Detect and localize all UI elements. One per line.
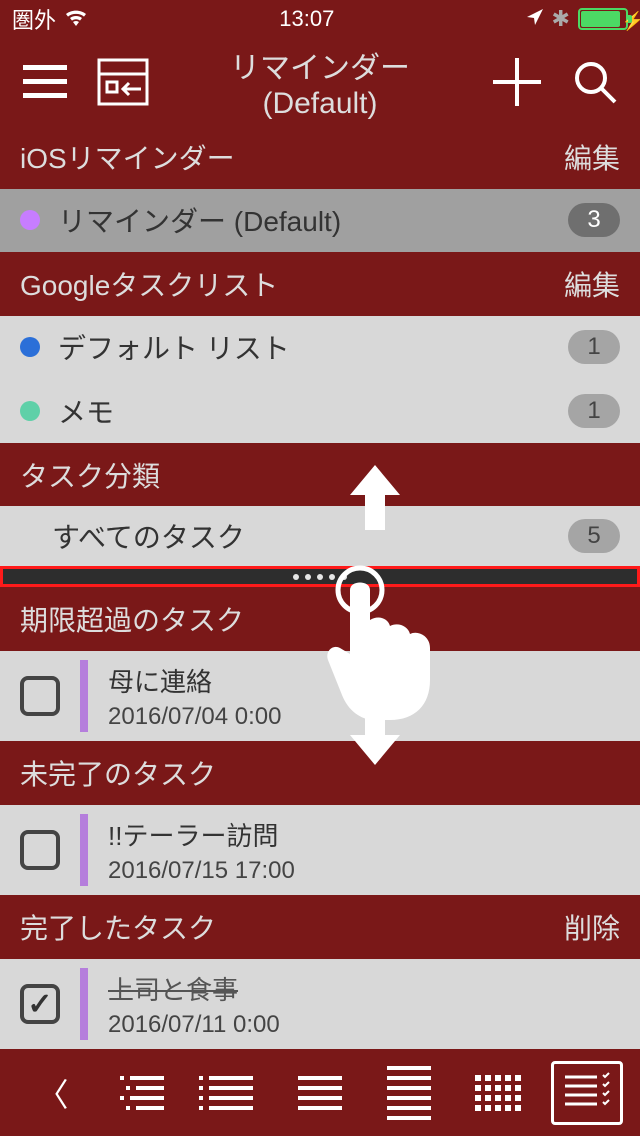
back-panel-button[interactable]: [96, 55, 150, 109]
wifi-icon: [64, 6, 88, 32]
drag-handle[interactable]: [0, 566, 640, 587]
tab-back[interactable]: 〈: [17, 1061, 89, 1125]
count-badge: 1: [568, 394, 620, 428]
status-bar: 圏外 13:07 ✱ ⚡: [0, 0, 640, 39]
section-task-category: タスク分類: [0, 443, 640, 507]
task-row[interactable]: !!テーラー訪問 2016/07/15 17:00: [0, 805, 640, 895]
task-checkbox[interactable]: [20, 830, 60, 870]
grid-icon: [475, 1075, 521, 1111]
tab-view-6[interactable]: [551, 1061, 623, 1125]
task-row[interactable]: 母に連絡 2016/07/04 0:00: [0, 651, 640, 741]
bottom-tab-bar: 〈: [0, 1049, 640, 1136]
section-google-tasks: Googleタスクリスト 編集: [0, 252, 640, 316]
dense-lines-icon: [387, 1066, 431, 1120]
checklist-icon: [561, 1071, 613, 1115]
task-checkbox[interactable]: [20, 676, 60, 716]
delete-button[interactable]: 削除: [564, 907, 620, 947]
task-date: 2016/07/15 17:00: [108, 857, 295, 885]
search-button[interactable]: [568, 55, 622, 109]
list-row-reminder-default[interactable]: リマインダー (Default) 3: [0, 189, 640, 253]
chevron-left-icon: 〈: [37, 1070, 69, 1116]
hamburger-icon: [23, 65, 67, 98]
tab-view-4[interactable]: [373, 1061, 445, 1125]
task-title: 母に連絡: [108, 662, 282, 699]
outline-list-icon: [120, 1076, 164, 1110]
list-color-dot: [20, 210, 40, 230]
list-color-dot: [20, 337, 40, 357]
count-badge: 3: [568, 203, 620, 237]
priority-indicator: [80, 660, 88, 732]
bullet-list-icon: [209, 1076, 253, 1110]
list-label: リマインダー (Default): [58, 200, 550, 240]
task-date: 2016/07/11 0:00: [108, 1011, 280, 1039]
task-checkbox[interactable]: [20, 984, 60, 1024]
section-incomplete: 未完了のタスク: [0, 741, 640, 805]
section-title: 期限超過のタスク: [20, 599, 244, 639]
list-label: メモ: [58, 391, 550, 431]
task-title: !!テーラー訪問: [108, 816, 295, 853]
page-title: リマインダー (Default): [174, 43, 466, 121]
list-label: すべてのタスク: [20, 516, 550, 556]
list-row-all-tasks[interactable]: すべてのタスク 5: [0, 506, 640, 566]
section-title: 完了したタスク: [20, 907, 216, 947]
section-title: 未完了のタスク: [20, 753, 216, 793]
section-ios-reminders: iOSリマインダー 編集: [0, 125, 640, 189]
drag-handle-dots-icon: [293, 574, 347, 580]
carrier-label: 圏外: [12, 3, 56, 35]
location-icon: [526, 6, 544, 32]
list-label: デフォルト リスト: [58, 327, 550, 367]
bluetooth-icon: ✱: [552, 6, 570, 32]
edit-button[interactable]: 編集: [564, 137, 620, 177]
tab-view-2[interactable]: [195, 1061, 267, 1125]
search-icon: [571, 58, 619, 106]
task-date: 2016/07/04 0:00: [108, 703, 282, 731]
task-row[interactable]: 上司と食事 2016/07/11 0:00: [0, 959, 640, 1049]
list-color-dot: [20, 401, 40, 421]
clock-time: 13:07: [279, 6, 334, 32]
tab-view-1[interactable]: [106, 1061, 178, 1125]
task-title: 上司と食事: [108, 970, 280, 1007]
count-badge: 1: [568, 330, 620, 364]
section-title: iOSリマインダー: [20, 137, 235, 177]
panel-icon: [97, 58, 149, 106]
list-row-memo[interactable]: メモ 1: [0, 379, 640, 443]
menu-button[interactable]: [18, 55, 72, 109]
tab-view-3[interactable]: [284, 1061, 356, 1125]
plus-icon: [493, 58, 541, 106]
lines-icon: [298, 1076, 342, 1110]
priority-indicator: [80, 814, 88, 886]
section-overdue: 期限超過のタスク: [0, 587, 640, 651]
count-badge: 5: [568, 519, 620, 553]
section-title: タスク分類: [20, 455, 160, 495]
tab-view-5[interactable]: [462, 1061, 534, 1125]
section-completed: 完了したタスク 削除: [0, 895, 640, 959]
nav-bar: リマインダー (Default): [0, 39, 640, 126]
battery-icon: ⚡: [578, 8, 628, 30]
list-row-default-list[interactable]: デフォルト リスト 1: [0, 316, 640, 380]
section-title: Googleタスクリスト: [20, 264, 278, 304]
edit-button[interactable]: 編集: [564, 264, 620, 304]
priority-indicator: [80, 968, 88, 1040]
add-button[interactable]: [490, 55, 544, 109]
